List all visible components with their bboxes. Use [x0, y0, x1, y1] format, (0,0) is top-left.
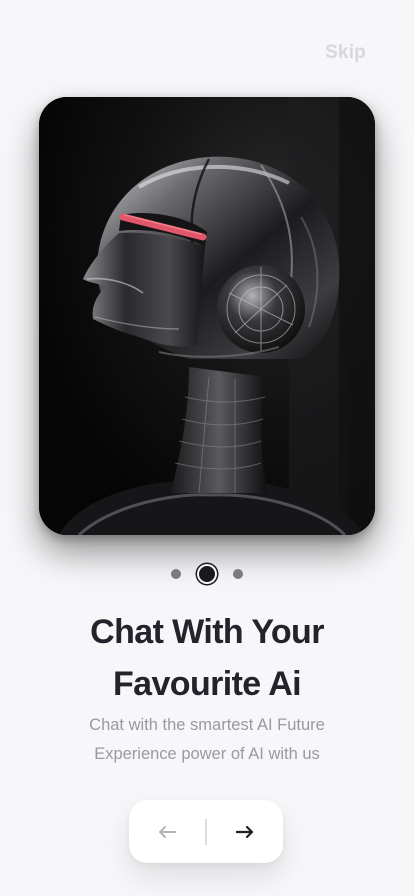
page-title: Chat With Your Favourite Ai: [0, 606, 414, 710]
subtitle-line-1: Chat with the smartest AI Future: [89, 716, 325, 734]
arrow-right-icon: [235, 825, 253, 838]
title-line-1: Chat With Your: [90, 613, 324, 651]
onboarding-screen: Skip Chat With Your Favourite Ai Chat wi…: [0, 0, 414, 896]
back-button[interactable]: [129, 800, 205, 863]
page-dot-2-active[interactable]: [199, 566, 215, 582]
onboarding-nav-control: [129, 800, 283, 863]
next-button[interactable]: [207, 800, 283, 863]
page-subtitle: Chat with the smartest AI Future Experie…: [0, 711, 414, 769]
page-indicator: [0, 566, 414, 582]
hero-image: [39, 97, 375, 535]
arrow-left-icon: [159, 825, 177, 838]
page-dot-3[interactable]: [233, 569, 243, 579]
robot-head-illustration: [39, 97, 375, 535]
title-line-2: Favourite Ai: [112, 665, 302, 703]
skip-button[interactable]: Skip: [325, 42, 366, 64]
subtitle-line-2: Experience power of AI with us: [94, 745, 320, 763]
page-dot-1[interactable]: [171, 569, 181, 579]
